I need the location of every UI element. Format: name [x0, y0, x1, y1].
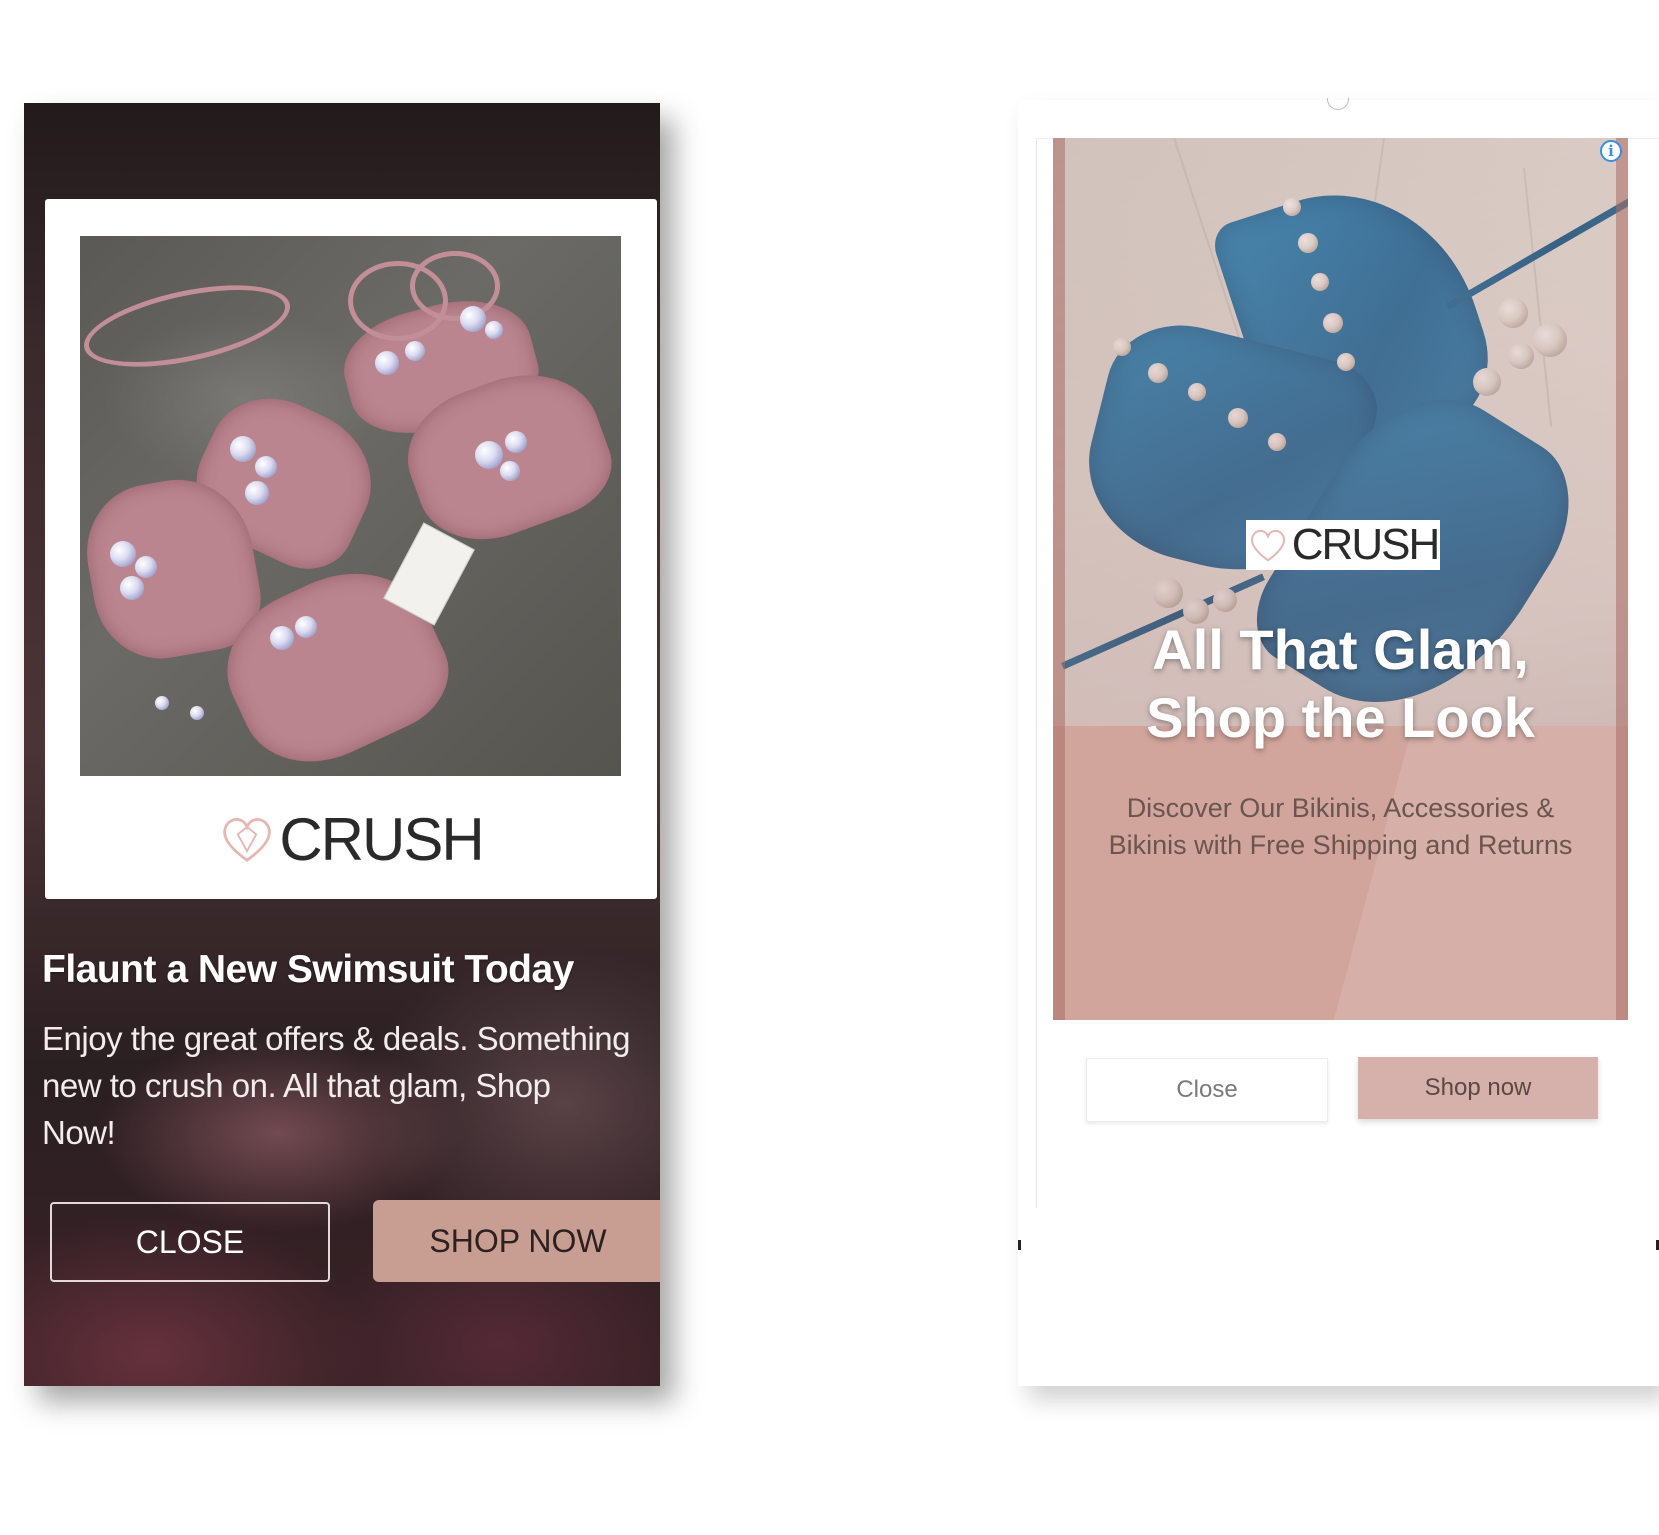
right-ad-description: Discover Our Bikinis, Accessories & Biki…: [1053, 790, 1628, 864]
heart-icon: [223, 818, 272, 863]
photo-gem: [255, 456, 277, 478]
left-interstitial-ad: CRUSH Flaunt a New Swimsuit Today Enjoy …: [24, 103, 660, 1386]
photo-gem: [120, 576, 144, 600]
photo-gem: [135, 556, 157, 578]
right-ad-headline: All That Glam, Shop the Look: [1053, 616, 1628, 752]
photo-gem: [295, 616, 317, 638]
loading-indicator: [1327, 98, 1349, 110]
left-ad-product-photo: [80, 236, 621, 776]
photo-gem: [460, 306, 486, 332]
photo-gem: [475, 441, 503, 469]
close-button[interactable]: Close: [1086, 1058, 1328, 1122]
close-button[interactable]: CLOSE: [50, 1202, 330, 1282]
right-interstitial-ad: CRUSH All That Glam, Shop the Look Disco…: [1018, 98, 1659, 1386]
left-ad-headline: Flaunt a New Swimsuit Today: [42, 948, 574, 991]
description-line-1: Discover Our Bikinis, Accessories &: [1126, 793, 1555, 823]
photo-gem: [190, 706, 204, 720]
right-ad-creative[interactable]: CRUSH All That Glam, Shop the Look Disco…: [1053, 138, 1628, 1020]
shop-now-button[interactable]: Shop now: [1358, 1057, 1598, 1119]
photo-strap: [410, 251, 500, 321]
headline-line-2: Shop the Look: [1146, 686, 1535, 749]
photo-gem: [485, 321, 503, 339]
shop-now-button[interactable]: SHOP NOW: [373, 1200, 660, 1282]
photo-gem: [270, 626, 294, 650]
photo-gem: [500, 461, 520, 481]
photo-gem: [155, 696, 169, 710]
panel-shade: [1053, 726, 1628, 1020]
left-ad-brand-logo: CRUSH: [45, 799, 657, 879]
ad-info-icon[interactable]: i: [1600, 140, 1622, 162]
brand-wordmark: CRUSH: [279, 805, 484, 873]
photo-gem: [375, 351, 399, 375]
frame-tick-left: [1018, 1240, 1021, 1250]
photo-gem: [505, 431, 527, 453]
heart-icon: [1250, 529, 1285, 562]
right-ad-brand-logo: CRUSH: [1246, 520, 1440, 570]
photo-strap: [80, 269, 297, 383]
panel-edge-right: [1616, 138, 1628, 1020]
left-ad-image-card[interactable]: CRUSH: [45, 199, 657, 899]
description-line-2: Bikinis with Free Shipping and Returns: [1108, 830, 1573, 860]
brand-wordmark: CRUSH: [1291, 520, 1440, 569]
photo-gem: [405, 341, 425, 361]
panel-edge-left: [1053, 138, 1065, 1020]
creative-text-panel: [1053, 726, 1628, 1020]
left-ad-body-text: Enjoy the great offers & deals. Somethin…: [42, 1020, 630, 1151]
photo-gem: [245, 481, 269, 505]
photo-gem: [110, 541, 136, 567]
photo-gem: [230, 436, 256, 462]
headline-line-1: All That Glam,: [1152, 618, 1529, 681]
